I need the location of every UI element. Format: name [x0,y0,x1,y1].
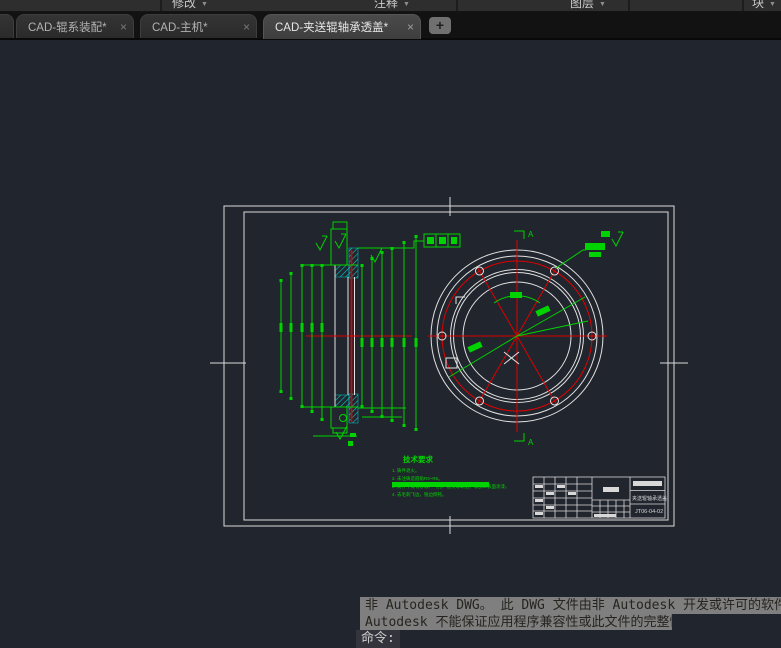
tech-requirements: 技术要求 1. 铸件退火。 2. 未注铸造圆角R3~R5。 3. 铸件不得有砂眼… [392,454,510,498]
svg-text:2. 未注铸造圆角R3~R5。: 2. 未注铸造圆角R3~R5。 [392,475,443,482]
surface-finish-icon [315,231,624,264]
dimension-text-blob [279,323,283,332]
chevron-down-icon: ▼ [201,1,208,8]
chevron-down-icon: ▼ [403,1,410,8]
application-window: A A 技术要求 1. 铸件退火。 2. 未注铸造圆角R3~R5。 3. 铸件不… [0,0,781,648]
dimension-text-blob [370,338,374,347]
surface-finish-icon [334,233,347,250]
title-block-drawing-no: JT06-04-02 [635,509,663,515]
center-spoke [516,335,557,405]
dimension-arrow [414,235,418,238]
tab-partial[interactable] [0,14,14,39]
dimension-arrow [414,428,418,431]
dimension-text-blob [390,338,394,347]
dimension-arrow [402,424,406,427]
dimension-arrow [279,390,283,393]
dimension-arrow [390,247,394,250]
dimension-arrow [402,241,406,244]
ribbon-panel-block[interactable]: 块 ▼ [752,0,776,11]
ribbon-strip: 修改 ▼ 注释 ▼ 图层 ▼ 块 ▼ [0,0,781,12]
dimension-text-blob [310,323,314,332]
surface-finish-icon [315,235,328,252]
center-spoke [477,267,518,337]
dimension-arrow [390,419,394,422]
dimension-arrow [300,405,304,408]
close-icon[interactable]: × [243,20,250,34]
chevron-down-icon: ▼ [599,1,606,8]
ribbon-panel-layers[interactable]: 图层 ▼ [570,0,606,11]
ribbon-separator [160,0,162,11]
dimension-arrow [289,272,293,275]
dimension-text-blob [300,323,304,332]
dimension-arrow [310,410,314,413]
dimension-arrow [360,405,364,408]
tab-cad-bearing-cover[interactable]: CAD-夹送辊轴承透盖* × [263,14,421,39]
dimension-text-blob [360,338,364,347]
dimension-arrow [310,264,314,267]
dimension-text-blob [414,338,418,347]
dimension-arrow [380,415,384,418]
gdt-frame [423,233,461,248]
tab-cad-gunxi[interactable]: CAD-辊系装配* × [16,14,134,39]
title-block-part-name: 夹送辊轴承透盖 [632,495,667,502]
chevron-down-icon: ▼ [769,1,776,8]
dimension-arrow [300,264,304,267]
command-history-line: Autodesk 不能保证应用程序兼容性或此文件的完整性。 [360,614,672,630]
dimension-arrow [380,251,384,254]
surface-finish-icon [611,231,624,248]
dimension-text-blob [289,323,293,332]
dimension-arrow [320,264,324,267]
ribbon-panel-modify[interactable]: 修改 ▼ [172,0,208,11]
center-spoke [516,267,557,337]
dimension-text-blob [402,338,406,347]
dimension-arrow [289,397,293,400]
section-label-top: A [528,230,534,239]
close-icon[interactable]: × [407,20,414,34]
front-view: A A [428,230,610,447]
file-tab-bar: CAD-辊系装配* × CAD-主机* × CAD-夹送辊轴承透盖* × + [0,12,781,40]
center-spoke [477,335,518,405]
section-view [279,221,624,446]
bolt-hole-section [339,414,347,422]
dimension-arrow [360,264,364,267]
dimension-arrow [370,410,374,413]
close-icon[interactable]: × [120,20,127,34]
svg-text:4. 去毛刺飞边，锐边倒钝。: 4. 去毛刺飞边，锐边倒钝。 [392,491,447,498]
new-tab-button[interactable]: + [429,17,451,34]
dimension-text-blob [380,338,384,347]
dimension-arrow [320,418,324,421]
ribbon-separator [456,0,458,11]
tech-req-title: 技术要求 [403,454,433,464]
cad-drawing-canvas[interactable]: A A 技术要求 1. 铸件退火。 2. 未注铸造圆角R3~R5。 3. 铸件不… [0,0,781,648]
ribbon-panel-annotate[interactable]: 注释 ▼ [374,0,410,11]
dimension-text-blob [320,323,324,332]
dimension-arrow [279,279,283,282]
ribbon-separator [742,0,744,11]
section-label-bottom: A [528,438,534,447]
ribbon-separator [628,0,630,11]
command-history-line: 非 Autodesk DWG。 此 DWG 文件由非 Autodesk 开发或许… [360,597,781,614]
command-prompt-input[interactable]: 命令: [356,630,400,648]
title-block: 夹送辊轴承透盖 JT06-04-02 [532,476,667,519]
svg-text:1. 铸件退火。: 1. 铸件退火。 [392,467,420,474]
tab-cad-zhuji[interactable]: CAD-主机* × [140,14,257,39]
